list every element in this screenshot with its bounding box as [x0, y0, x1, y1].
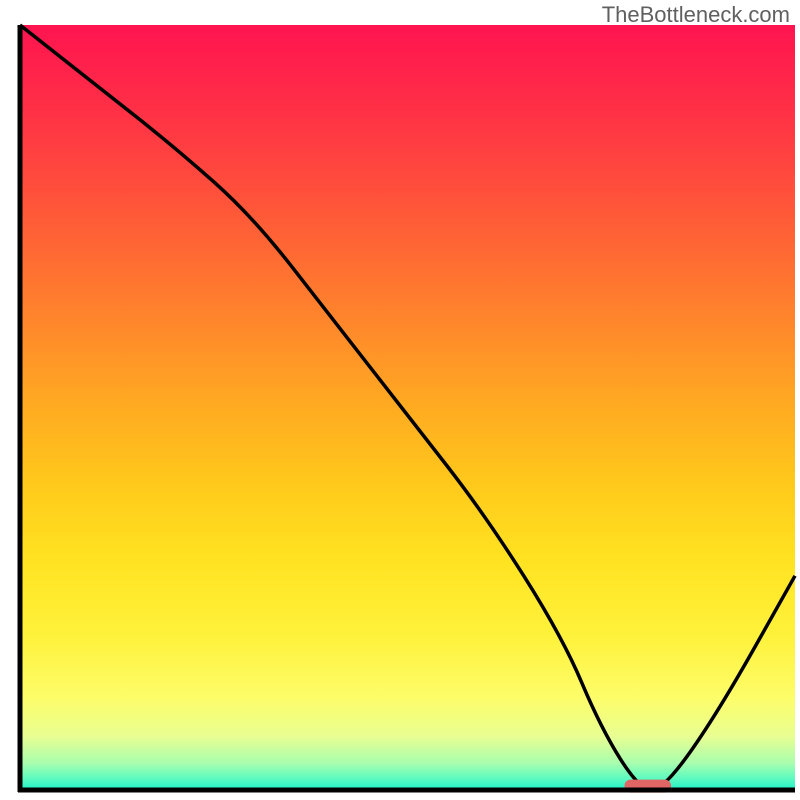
chart-svg — [0, 0, 800, 800]
gradient-background — [20, 25, 795, 790]
bottleneck-chart: TheBottleneck.com — [0, 0, 800, 800]
watermark-label: TheBottleneck.com — [602, 2, 790, 28]
